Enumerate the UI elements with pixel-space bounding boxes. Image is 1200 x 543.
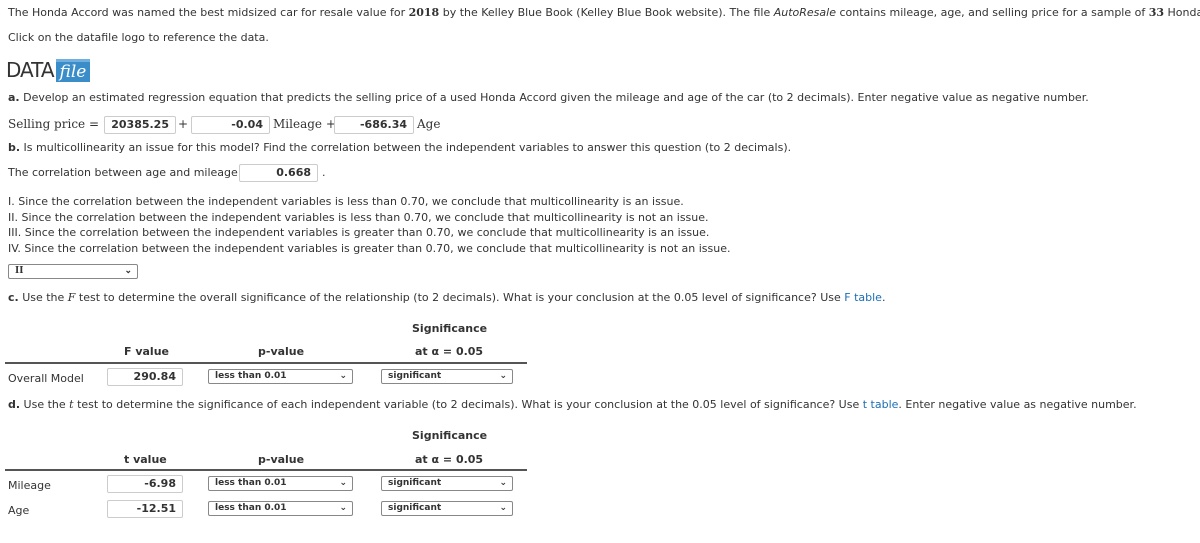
chevron-down-icon: ⌄ xyxy=(499,503,507,513)
chevron-down-icon: ⌄ xyxy=(499,478,507,488)
intercept-input[interactable]: 20385.25 xyxy=(104,116,176,134)
age-label: Age xyxy=(417,117,441,131)
header-significance: Significance xyxy=(412,322,488,335)
chevron-down-icon: ⌄ xyxy=(339,478,347,488)
header-alpha: at α = 0.05 xyxy=(415,453,484,466)
question-b: b. Is multicollinearity an issue for thi… xyxy=(8,141,792,154)
question-c: c. Use the F test to determine the overa… xyxy=(8,291,886,304)
chevron-down-icon: ⌄ xyxy=(339,503,347,513)
header-f-value: F value xyxy=(124,345,169,358)
chevron-down-icon: ⌄ xyxy=(499,371,507,381)
chevron-down-icon: ⌄ xyxy=(124,266,132,276)
f-p-value-select[interactable]: less than 0.01 ⌄ xyxy=(208,369,353,384)
age-significance-select[interactable]: significant ⌄ xyxy=(381,501,513,516)
mileage-coef-input[interactable]: -0.04 xyxy=(191,116,270,134)
age-coef-input[interactable]: -686.34 xyxy=(334,116,414,134)
option-ii: II. Since the correlation between the in… xyxy=(8,210,709,224)
header-t-value: t value xyxy=(124,453,167,466)
f-value-input[interactable]: 290.84 xyxy=(107,368,183,386)
overall-model-label: Overall Model xyxy=(8,372,84,385)
f-table-link[interactable]: F table xyxy=(844,291,882,304)
header-significance: Significance xyxy=(412,429,488,442)
age-t-input[interactable]: -12.51 xyxy=(107,500,183,518)
correlation-label: The correlation between age and mileage … xyxy=(8,166,251,179)
age-row-label: Age xyxy=(8,504,30,517)
mileage-t-input[interactable]: -6.98 xyxy=(107,475,183,493)
t-table-link[interactable]: t table xyxy=(863,398,899,411)
correlation-input[interactable]: 0.668 xyxy=(239,164,318,182)
datafile-logo[interactable]: DATA file xyxy=(6,58,91,82)
multicollinearity-select[interactable]: II ⌄ xyxy=(8,264,138,279)
mileage-label: Mileage + xyxy=(273,117,336,131)
option-iv: IV. Since the correlation between the in… xyxy=(8,241,731,255)
chevron-down-icon: ⌄ xyxy=(339,371,347,381)
intro-text: The Honda Accord was named the best mids… xyxy=(8,6,1200,19)
mileage-significance-select[interactable]: significant ⌄ xyxy=(381,476,513,491)
mileage-p-select[interactable]: less than 0.01 ⌄ xyxy=(208,476,353,491)
intro-instruction: Click on the datafile logo to reference … xyxy=(8,31,269,44)
header-p-value: p-value xyxy=(258,453,305,466)
divider xyxy=(5,469,527,471)
f-significance-select[interactable]: significant ⌄ xyxy=(381,369,513,384)
option-i: I. Since the correlation between the ind… xyxy=(8,195,684,208)
question-d: d. Use the t test to determine the signi… xyxy=(8,398,1137,411)
header-alpha: at α = 0.05 xyxy=(415,345,484,358)
plus-sign: + xyxy=(178,117,189,131)
multicollinearity-options: I. Since the correlation between the ind… xyxy=(8,194,730,256)
question-a: a. Develop an estimated regression equat… xyxy=(8,91,1089,104)
age-p-select[interactable]: less than 0.01 ⌄ xyxy=(208,501,353,516)
header-p-value: p-value xyxy=(258,345,305,358)
period: . xyxy=(322,166,326,179)
option-iii: III. Since the correlation between the i… xyxy=(8,226,710,239)
selling-price-label: Selling price = xyxy=(8,117,100,131)
divider xyxy=(5,362,527,364)
mileage-row-label: Mileage xyxy=(8,479,51,492)
